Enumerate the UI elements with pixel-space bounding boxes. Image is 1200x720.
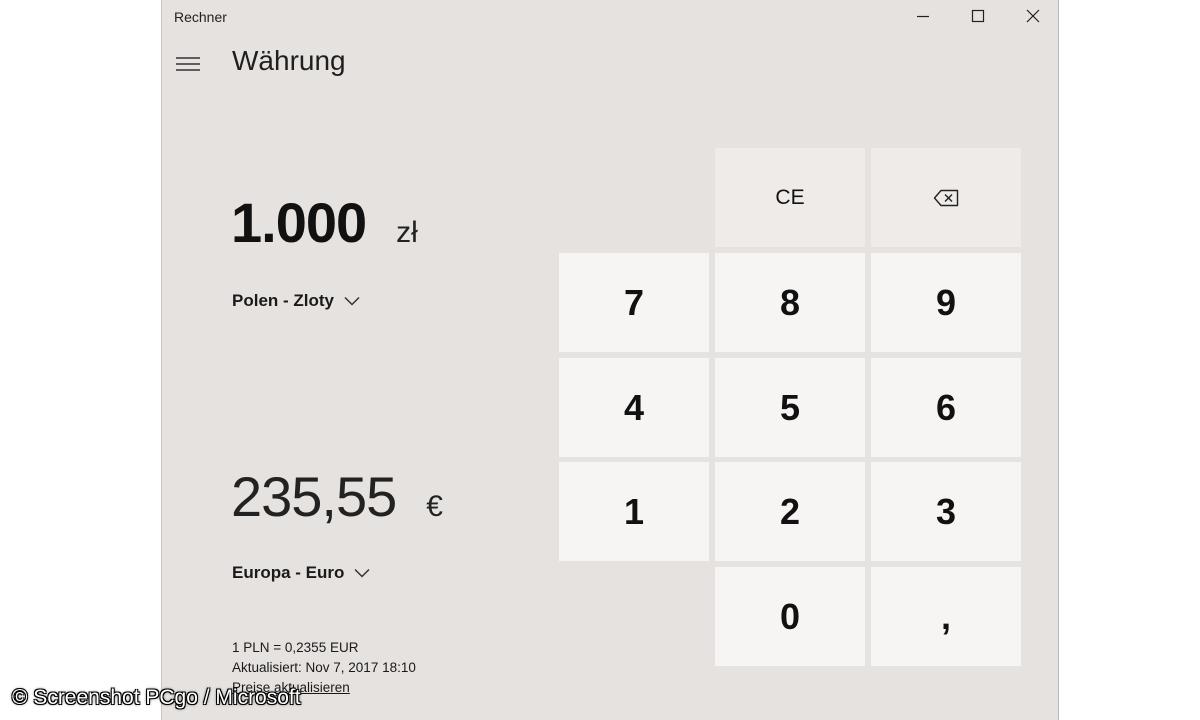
copyright-watermark: © Screenshot PCgo / Microsoft xyxy=(12,686,301,709)
decimal-separator-key[interactable]: , xyxy=(871,567,1021,666)
key-0[interactable]: 0 xyxy=(715,567,865,666)
key-2[interactable]: 2 xyxy=(715,462,865,561)
output-unit: € xyxy=(426,490,443,523)
key-1[interactable]: 1 xyxy=(559,462,709,561)
minimize-button[interactable] xyxy=(897,0,949,32)
key-6[interactable]: 6 xyxy=(871,358,1021,457)
from-currency-label: Polen - Zloty xyxy=(232,291,334,310)
chevron-down-icon xyxy=(344,296,360,306)
minimize-icon xyxy=(917,15,929,18)
title-bar: Rechner xyxy=(162,0,1058,32)
output-amount-display[interactable]: 235,55 € xyxy=(231,464,443,529)
updated-timestamp: Aktualisiert: Nov 7, 2017 18:10 xyxy=(232,660,416,675)
close-button[interactable] xyxy=(1007,0,1059,32)
backspace-icon xyxy=(933,189,959,206)
from-currency-dropdown[interactable]: Polen - Zloty xyxy=(232,291,360,311)
key-9[interactable]: 9 xyxy=(871,253,1021,352)
chevron-down-icon xyxy=(354,568,370,578)
output-value: 235,55 xyxy=(231,465,397,528)
menu-button[interactable] xyxy=(166,44,210,84)
clear-entry-button[interactable]: CE xyxy=(715,148,865,247)
input-value: 1.000 xyxy=(231,191,367,254)
app-title: Rechner xyxy=(174,9,227,25)
backspace-button[interactable] xyxy=(871,148,1021,247)
page-title: Währung xyxy=(232,45,346,76)
maximize-button[interactable] xyxy=(952,0,1004,32)
key-3[interactable]: 3 xyxy=(871,462,1021,561)
key-5[interactable]: 5 xyxy=(715,358,865,457)
hamburger-icon xyxy=(176,57,200,71)
maximize-icon xyxy=(971,9,985,23)
to-currency-dropdown[interactable]: Europa - Euro xyxy=(232,563,370,583)
key-8[interactable]: 8 xyxy=(715,253,865,352)
key-7[interactable]: 7 xyxy=(559,253,709,352)
key-4[interactable]: 4 xyxy=(559,358,709,457)
close-icon xyxy=(1026,9,1040,23)
input-amount-display[interactable]: 1.000 zł xyxy=(231,190,418,255)
calculator-window: Rechner Währung 1.000 zł Polen - Zloty 2… xyxy=(161,0,1059,720)
exchange-rate-text: 1 PLN = 0,2355 EUR xyxy=(232,640,359,655)
to-currency-label: Europa - Euro xyxy=(232,563,345,582)
input-unit: zł xyxy=(396,216,418,249)
